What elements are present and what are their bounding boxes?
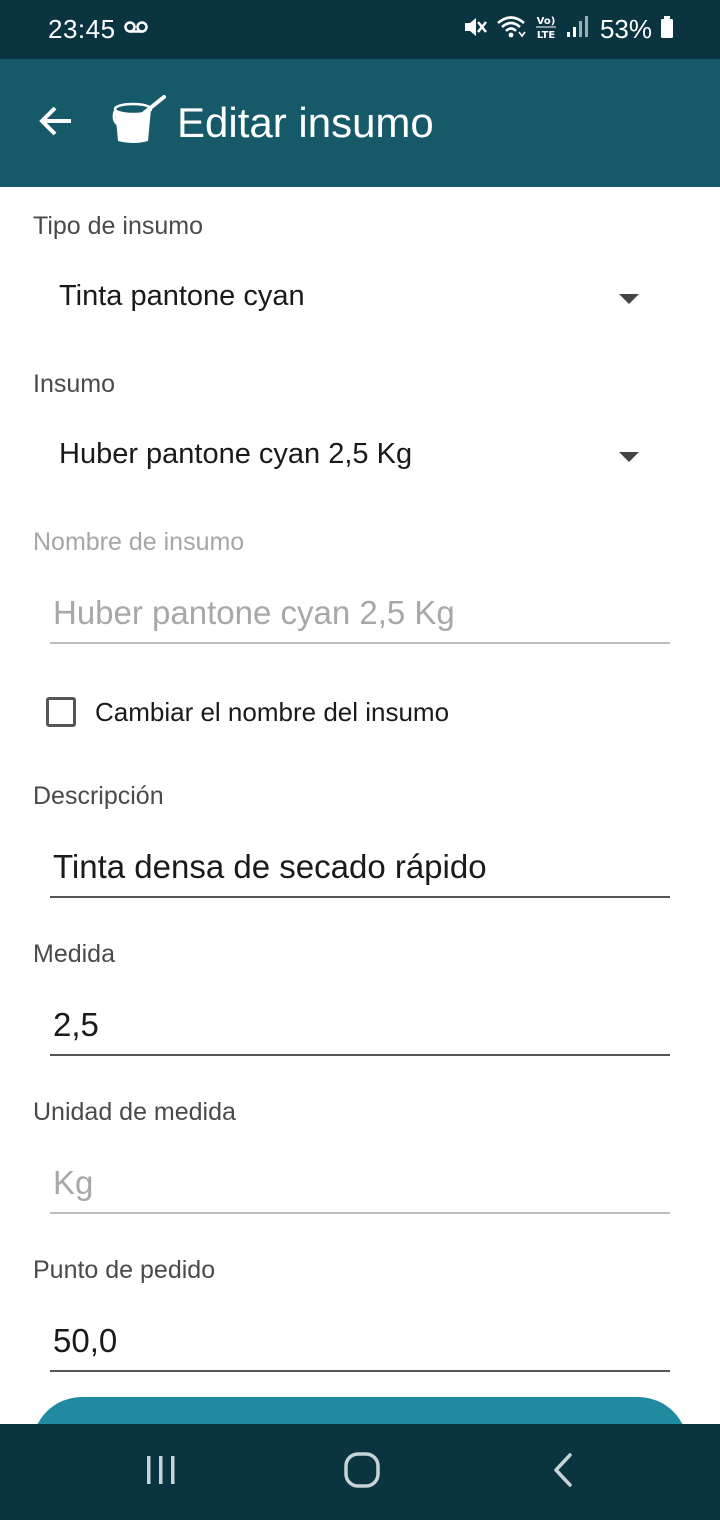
dropdown-arrow-icon xyxy=(619,294,639,304)
nombre-insumo-value: Huber pantone cyan 2,5 Kg xyxy=(53,594,455,631)
recent-apps-icon xyxy=(144,1454,178,1491)
insumo-dropdown[interactable]: Huber pantone cyan 2,5 Kg xyxy=(34,424,674,488)
paint-bucket-icon xyxy=(110,95,170,150)
cambiar-nombre-checkbox[interactable] xyxy=(46,697,76,727)
punto-pedido-label: Punto de pedido xyxy=(33,1256,216,1284)
svg-text:LTE: LTE xyxy=(537,30,556,41)
voicemail-icon xyxy=(124,20,148,39)
wifi-icon xyxy=(496,14,526,45)
page-title: Editar insumo xyxy=(177,99,434,146)
punto-pedido-value: 50,0 xyxy=(53,1322,118,1359)
signal-icon xyxy=(566,15,588,44)
screen: 23:45 Vo) LTE 53% Editar insumo Tipo de … xyxy=(0,0,720,1520)
svg-text:Vo): Vo) xyxy=(537,16,556,27)
app-bar: Editar insumo xyxy=(0,59,720,187)
battery-icon xyxy=(660,15,674,44)
descripcion-label: Descripción xyxy=(33,782,164,810)
status-time: 23:45 xyxy=(48,14,116,44)
punto-pedido-field[interactable]: 50,0 xyxy=(50,1312,670,1372)
home-icon xyxy=(343,1451,381,1494)
battery-percent: 53% xyxy=(599,13,652,44)
medida-field[interactable]: 2,5 xyxy=(50,996,670,1056)
home-button[interactable] xyxy=(332,1448,392,1496)
back-icon xyxy=(551,1452,575,1493)
cambiar-nombre-label[interactable]: Cambiar el nombre del insumo xyxy=(95,697,449,728)
unidad-medida-label: Unidad de medida xyxy=(33,1098,236,1126)
insumo-label: Insumo xyxy=(33,370,115,398)
navigation-bar xyxy=(0,1424,720,1520)
descripcion-value: Tinta densa de secado rápido xyxy=(53,848,487,885)
unidad-medida-value: Kg xyxy=(53,1164,94,1201)
system-back-button[interactable] xyxy=(533,1448,593,1496)
nombre-insumo-label: Nombre de insumo xyxy=(33,528,245,556)
cambiar-nombre-checkbox-row[interactable]: Cambiar el nombre del insumo xyxy=(46,692,449,732)
dropdown-arrow-icon xyxy=(619,452,639,462)
unidad-medida-field[interactable]: Kg xyxy=(50,1154,670,1214)
descripcion-field[interactable]: Tinta densa de secado rápido xyxy=(50,838,670,898)
medida-value: 2,5 xyxy=(53,1006,99,1043)
status-icons: Vo) LTE 53% xyxy=(462,12,674,46)
insumo-value: Huber pantone cyan 2,5 Kg xyxy=(59,438,413,470)
tipo-insumo-label: Tipo de insumo xyxy=(33,212,203,240)
status-bar: 23:45 Vo) LTE 53% xyxy=(0,0,720,59)
tipo-insumo-dropdown[interactable]: Tinta pantone cyan xyxy=(34,266,674,330)
recent-apps-button[interactable] xyxy=(131,1448,191,1496)
tipo-insumo-value: Tinta pantone cyan xyxy=(59,280,305,312)
back-arrow-icon xyxy=(38,105,74,142)
volte-icon: Vo) LTE xyxy=(534,13,558,46)
medida-label: Medida xyxy=(33,940,115,968)
mute-vibrate-icon xyxy=(462,14,488,45)
back-button[interactable] xyxy=(28,95,84,151)
nombre-insumo-field: Huber pantone cyan 2,5 Kg xyxy=(50,584,670,644)
